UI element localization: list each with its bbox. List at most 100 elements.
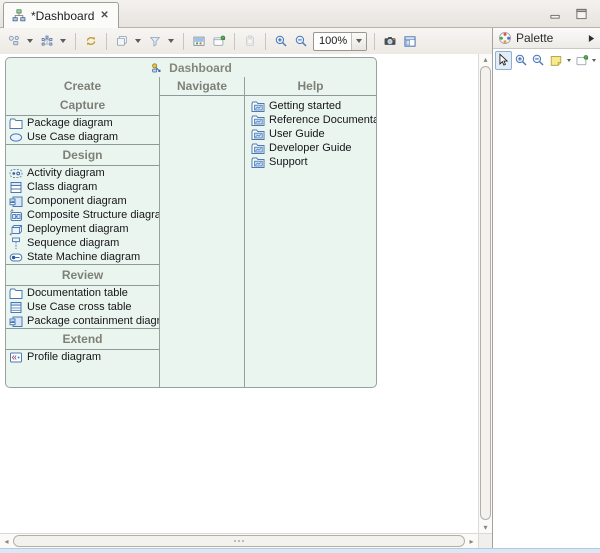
item-label: Getting started <box>269 100 341 112</box>
item-label: Reference Documentation <box>269 114 376 126</box>
zoom-in-button[interactable] <box>271 31 291 52</box>
zoom-out-button[interactable] <box>291 31 311 52</box>
zoomin-icon <box>514 54 528 67</box>
palette-header[interactable]: Palette <box>493 28 600 49</box>
dashboard-item-package-diagram[interactable]: Package diagram <box>6 116 159 130</box>
paste-icon <box>243 35 257 48</box>
dashboard-item-activity-diagram[interactable]: Activity diagram <box>6 166 159 180</box>
synchronize-button[interactable] <box>81 31 101 52</box>
horizontal-scrollbar[interactable]: ◂ ▸ <box>0 533 478 548</box>
note-tool-menu[interactable] <box>565 59 572 62</box>
column-create: Create CapturePackage diagramUse Case di… <box>6 77 159 387</box>
item-label: Class diagram <box>27 181 97 193</box>
diagram-canvas[interactable]: Dashboard Create CapturePackage diagramU… <box>0 54 478 533</box>
dashboard-item-class-diagram[interactable]: Class diagram <box>6 180 159 194</box>
dashboard-item-use-case-cross-table[interactable]: Use Case cross table <box>6 300 159 314</box>
activity-icon <box>9 167 23 180</box>
winlayout-icon <box>403 35 417 48</box>
zoom-level-value[interactable]: 100% <box>314 35 351 47</box>
copy-icon <box>115 35 129 48</box>
diagram-toolbar: 100% <box>0 28 492 54</box>
copy-appearance-button-menu[interactable] <box>132 31 143 52</box>
column-navigate: Navigate <box>159 77 244 387</box>
pin-note-tool[interactable] <box>573 51 590 70</box>
scroll-up-icon[interactable]: ▴ <box>479 55 492 64</box>
palette-panel: Palette <box>493 28 600 548</box>
scroll-down-icon[interactable]: ▾ <box>479 523 492 532</box>
arrange-icon <box>7 35 21 48</box>
dashboard-item-component-diagram[interactable]: Component diagram <box>6 194 159 208</box>
item-label: Activity diagram <box>27 167 105 179</box>
maximize-button[interactable] <box>574 7 588 20</box>
chevron-down-icon <box>135 39 141 43</box>
cursor-icon <box>496 54 510 67</box>
dashboard-item-package-containment-diagram[interactable]: Package containment diagram <box>6 314 159 328</box>
palette-zoom-out-tool[interactable] <box>530 51 547 70</box>
zoom-level-combo[interactable]: 100% <box>313 32 367 51</box>
dashboard-item-support[interactable]: Support <box>245 155 376 169</box>
item-label: Sequence diagram <box>27 237 119 249</box>
tab-dashboard[interactable]: *Dashboard ✕ <box>3 2 119 28</box>
dashboard-item-reference-documentation[interactable]: Reference Documentation <box>245 113 376 127</box>
copy-appearance-button[interactable] <box>112 31 132 52</box>
layout-diagram-button-menu[interactable] <box>57 31 68 52</box>
minimize-button[interactable] <box>548 7 562 20</box>
dashboard-item-profile-diagram[interactable]: Profile diagram <box>6 350 159 364</box>
section-header-design: Design <box>6 145 159 165</box>
dashboard-item-user-guide[interactable]: User Guide <box>245 127 376 141</box>
zoom-level-dropdown[interactable] <box>351 33 366 50</box>
zoomin-icon <box>274 35 288 48</box>
toolbar-separator <box>183 33 184 50</box>
column-navigate-header: Navigate <box>160 77 244 95</box>
scroll-left-icon[interactable]: ◂ <box>0 534 13 548</box>
arrange-selection-button-menu[interactable] <box>24 31 35 52</box>
item-label: Package containment diagram <box>27 315 159 327</box>
uclass-icon <box>9 181 23 194</box>
dashboard-item-state-machine-diagram[interactable]: State Machine diagram <box>6 250 159 264</box>
pin-note-tool-menu[interactable] <box>591 59 598 62</box>
dashboard-item-deployment-diagram[interactable]: Deployment diagram <box>6 222 159 236</box>
arrange-selection-button[interactable] <box>4 31 24 52</box>
filter-button[interactable] <box>145 31 165 52</box>
dashboard-item-developer-guide[interactable]: Developer Guide <box>245 141 376 155</box>
dashboard-item-getting-started[interactable]: Getting started <box>245 99 376 113</box>
tab-close-icon[interactable]: ✕ <box>99 10 109 21</box>
scroll-right-icon[interactable]: ▸ <box>465 534 478 548</box>
palette-title: Palette <box>516 31 584 45</box>
toolbar-separator <box>265 33 266 50</box>
note-tool[interactable] <box>548 51 565 70</box>
help-items: Getting started Reference DocumentationUs… <box>245 96 376 169</box>
filter-button-menu[interactable] <box>165 31 176 52</box>
vertical-scrollbar-thumb[interactable] <box>480 66 491 520</box>
zoomout-icon <box>294 35 308 48</box>
profile-icon <box>9 351 23 364</box>
pin-view-button[interactable] <box>209 31 229 52</box>
item-label: Use Case cross table <box>27 301 132 313</box>
dashboard-item-composite-structure-diagram[interactable]: Composite Structure diagram <box>6 208 159 222</box>
toolbar-separator <box>374 33 375 50</box>
dashboard-item-use-case-diagram[interactable]: Use Case diagram <box>6 130 159 144</box>
export-image-button[interactable] <box>189 31 209 52</box>
vertical-scrollbar[interactable]: ▴ ▾ <box>478 54 492 533</box>
diagram-layout-button[interactable] <box>400 31 420 52</box>
screenshot-button[interactable] <box>380 31 400 52</box>
dashboard-item-documentation-table[interactable]: Documentation table <box>6 286 159 300</box>
statemachine-icon <box>9 251 23 264</box>
palette-zoom-in-tool[interactable] <box>513 51 530 70</box>
pinwin-icon <box>212 35 226 48</box>
pinboard-icon <box>575 54 589 67</box>
column-help-header: Help <box>245 77 376 95</box>
horizontal-scrollbar-thumb[interactable] <box>13 535 465 547</box>
section-header-review: Review <box>6 265 159 285</box>
image-icon <box>192 35 206 48</box>
dashboard-item-sequence-diagram[interactable]: Sequence diagram <box>6 236 159 250</box>
layout-diagram-button[interactable] <box>37 31 57 52</box>
select-tool[interactable] <box>495 51 512 70</box>
sequence-icon <box>9 237 23 250</box>
chevron-down-icon <box>356 39 362 43</box>
chevron-down-icon <box>60 39 66 43</box>
helpfolder-icon <box>251 128 265 141</box>
chevron-right-icon[interactable] <box>588 34 595 43</box>
item-label: Deployment diagram <box>27 223 129 235</box>
divider <box>160 95 244 96</box>
